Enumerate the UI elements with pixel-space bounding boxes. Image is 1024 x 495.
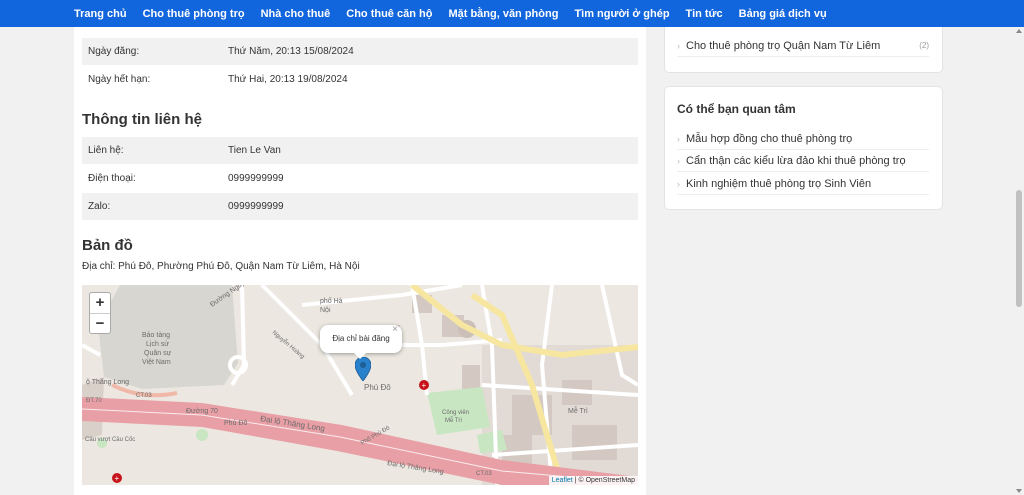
map-label-d70: Đường 70	[186, 408, 218, 415]
chevron-right-icon: ›	[677, 41, 680, 51]
phone-row: Điện thoại: 0999999999	[82, 165, 638, 192]
map-label-park-2: Mễ Trì	[445, 417, 462, 424]
map-label-thanglong-2: Đại lộ Thăng Long	[387, 460, 445, 476]
map-label-thanglong-left: ộ Thăng Long	[86, 379, 129, 386]
map-heading: Bản đồ	[82, 237, 133, 254]
sidebar-related-box: Có thể bạn quan tâm › Mẫu hợp đồng cho th…	[664, 86, 943, 210]
map-label-road: Đường Nguyễn Văn Giáp	[208, 285, 278, 309]
posted-date-label: Ngày đăng:	[88, 46, 140, 57]
sidebar-category-box: › Cho thuê phòng trọ Quận Nam Từ Liêm (2)	[664, 27, 943, 73]
main-content: Ngày đăng: Thứ Năm, 20:13 15/08/2024 Ngà…	[74, 27, 646, 495]
contact-name-row: Liên hệ: Tien Le Van	[82, 137, 638, 164]
attribution-text: | © OpenStreetMap	[572, 477, 635, 484]
page-scrollbar[interactable]	[1014, 27, 1024, 495]
posted-date-value: Thứ Năm, 20:13 15/08/2024	[228, 46, 354, 57]
nav-apartments[interactable]: Cho thuê căn hộ	[346, 8, 432, 20]
contact-name-label: Liên hệ:	[88, 145, 124, 156]
nav-home[interactable]: Trang chủ	[74, 8, 127, 20]
map-label-ct03-b: CT.03	[476, 471, 492, 477]
map-label-caovuot: Cầu vượt Cầu Cốc	[85, 437, 135, 443]
map-label-phuhanoi-1: phố Hà	[320, 296, 343, 305]
map-label-phudo-2: Phú Đô	[224, 420, 247, 427]
map-label-museum-2: Lịch sử	[146, 340, 169, 348]
top-navigation: Trang chủ Cho thuê phòng trọ Nhà cho thu…	[0, 0, 1024, 27]
sidebar-related-title: Có thể bạn quan tâm	[677, 102, 796, 116]
map-label-nguyenhoang: Nguyễn Hoàng	[271, 329, 306, 360]
scroll-up-arrow-icon[interactable]	[1016, 29, 1022, 33]
related-article-label: Cẩn thận các kiểu lừa đảo khi thuê phòng…	[686, 155, 906, 167]
map-label-dt70: ĐT.70	[86, 398, 102, 404]
nav-houses[interactable]: Nhà cho thuê	[261, 8, 331, 20]
nav-pricing[interactable]: Bảng giá dịch vụ	[739, 8, 827, 20]
map-label-phuhanoi-2: Nội	[320, 307, 331, 314]
related-article-label: Mẫu hợp đồng cho thuê phòng trọ	[686, 133, 853, 145]
zoom-out-button[interactable]: −	[90, 314, 110, 334]
sidebar-category-label: Cho thuê phòng trọ Quận Nam Từ Liêm	[686, 40, 881, 52]
map-label-park-1: Công viên	[442, 410, 469, 416]
map-marker-icon[interactable]	[354, 356, 372, 386]
map-view[interactable]: + + Đường Nguyễn Văn Giáp Bảo tàng Lịch …	[82, 285, 638, 485]
chevron-right-icon: ›	[677, 179, 680, 189]
map-popup: × Địa chỉ bài đăng	[320, 324, 402, 359]
map-label-museum-4: Việt Nam	[142, 359, 171, 366]
related-article-item[interactable]: › Mẫu hợp đồng cho thuê phòng trọ	[677, 133, 929, 150]
popup-tip	[354, 353, 366, 359]
zoom-control: + −	[89, 292, 111, 334]
related-article-item[interactable]: › Kinh nghiệm thuê phòng trọ Sinh Viên	[677, 178, 929, 195]
scrollbar-thumb[interactable]	[1016, 190, 1022, 307]
map-label-ct03: CT.03	[136, 393, 152, 399]
zoom-in-button[interactable]: +	[90, 293, 110, 314]
zalo-row: Zalo: 0999999999	[82, 193, 638, 220]
expiry-date-value: Thứ Hai, 20:13 19/08/2024	[228, 74, 348, 85]
nav-rooms[interactable]: Cho thuê phòng trọ	[143, 8, 245, 20]
nav-offices[interactable]: Mặt bằng, văn phòng	[448, 8, 558, 20]
map-label-thanglong: Đại lộ Thăng Long	[260, 414, 326, 433]
phone-value: 0999999999	[228, 173, 284, 184]
nav-roommates[interactable]: Tìm người ở ghép	[574, 8, 669, 20]
map-label-phodo-3: Phố Phú Đô	[360, 425, 392, 447]
chevron-right-icon: ›	[677, 156, 680, 166]
related-article-label: Kinh nghiệm thuê phòng trọ Sinh Viên	[686, 178, 872, 190]
zalo-label: Zalo:	[88, 201, 111, 212]
map-label-museum-3: Quân sự	[144, 350, 172, 357]
map-label-metri: Mễ Trì	[568, 406, 588, 415]
sidebar-category-count: (2)	[919, 41, 929, 50]
popup-close-icon[interactable]: ×	[392, 316, 398, 344]
chevron-right-icon: ›	[677, 134, 680, 144]
related-article-item[interactable]: › Cẩn thận các kiểu lừa đảo khi thuê phòn…	[677, 155, 929, 172]
map-label-museum-1: Bảo tàng	[142, 332, 170, 339]
scroll-down-arrow-icon[interactable]	[1016, 489, 1022, 493]
leaflet-link[interactable]: Leaflet	[552, 477, 573, 484]
zalo-value: 0999999999	[228, 201, 284, 212]
posted-date-row: Ngày đăng: Thứ Năm, 20:13 15/08/2024	[82, 38, 638, 65]
popup-text: Địa chỉ bài đăng	[332, 334, 390, 343]
expiry-date-label: Ngày hết hạn:	[88, 74, 151, 85]
expiry-date-row: Ngày hết hạn: Thứ Hai, 20:13 19/08/2024	[82, 66, 638, 93]
phone-label: Điện thoại:	[88, 173, 136, 184]
contact-name-value: Tien Le Van	[228, 145, 281, 156]
nav-news[interactable]: Tin tức	[686, 8, 723, 20]
contact-heading: Thông tin liên hệ	[82, 111, 202, 128]
address-text: Địa chỉ: Phú Đô, Phường Phú Đô, Quận Nam…	[82, 261, 360, 272]
sidebar-category-item[interactable]: › Cho thuê phòng trọ Quận Nam Từ Liêm (2)	[677, 40, 929, 57]
map-attribution: Leaflet | © OpenStreetMap	[548, 476, 638, 485]
